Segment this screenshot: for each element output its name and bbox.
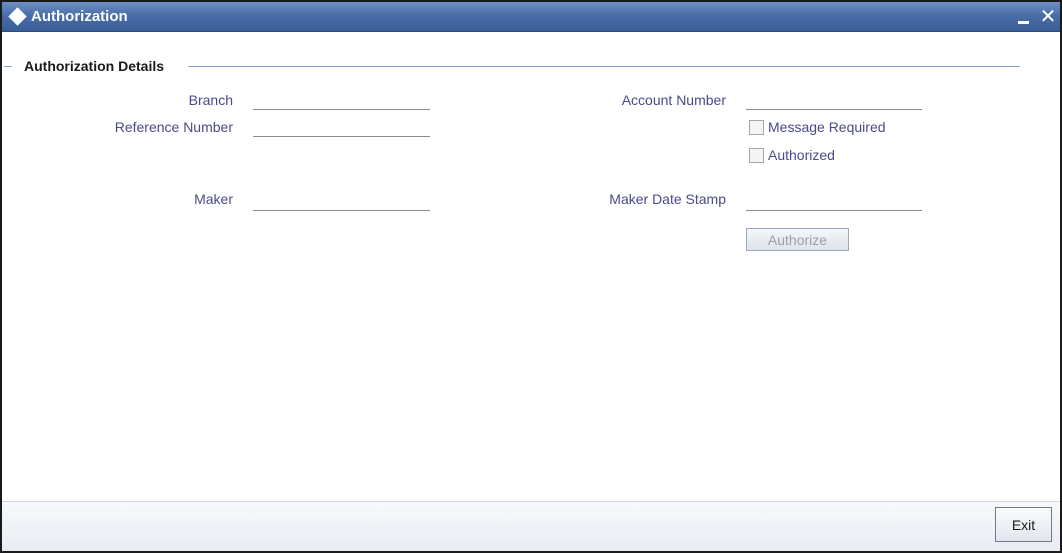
message-required-label: Message Required bbox=[768, 119, 886, 135]
account-number-input[interactable] bbox=[746, 90, 922, 110]
window-titlebar: Authorization ✕ bbox=[2, 2, 1060, 32]
section-title: Authorization Details bbox=[22, 58, 167, 74]
authorization-window: Authorization ✕ Authorization Details Br… bbox=[0, 0, 1062, 553]
reference-number-label: Reference Number bbox=[114, 119, 233, 135]
maker-input[interactable] bbox=[253, 191, 430, 211]
authorized-label: Authorized bbox=[768, 147, 835, 163]
footer-bar bbox=[2, 501, 1060, 551]
maker-date-stamp-label: Maker Date Stamp bbox=[609, 191, 726, 207]
close-icon[interactable]: ✕ bbox=[1038, 5, 1058, 27]
diamond-icon bbox=[8, 7, 27, 26]
account-number-label: Account Number bbox=[621, 92, 726, 108]
minimize-icon[interactable] bbox=[1016, 8, 1032, 28]
maker-label: Maker bbox=[194, 191, 233, 207]
window-title: Authorization bbox=[31, 8, 128, 25]
section-divider-right bbox=[188, 66, 1020, 67]
reference-number-input[interactable] bbox=[253, 117, 430, 137]
message-required-checkbox[interactable] bbox=[749, 120, 764, 135]
exit-button[interactable]: Exit bbox=[995, 507, 1052, 542]
branch-label: Branch bbox=[188, 92, 233, 108]
authorized-checkbox[interactable] bbox=[749, 148, 764, 163]
authorize-button[interactable]: Authorize bbox=[746, 228, 849, 251]
section-divider-left bbox=[4, 66, 12, 67]
maker-date-stamp-input[interactable] bbox=[746, 191, 922, 211]
branch-input[interactable] bbox=[253, 90, 430, 110]
